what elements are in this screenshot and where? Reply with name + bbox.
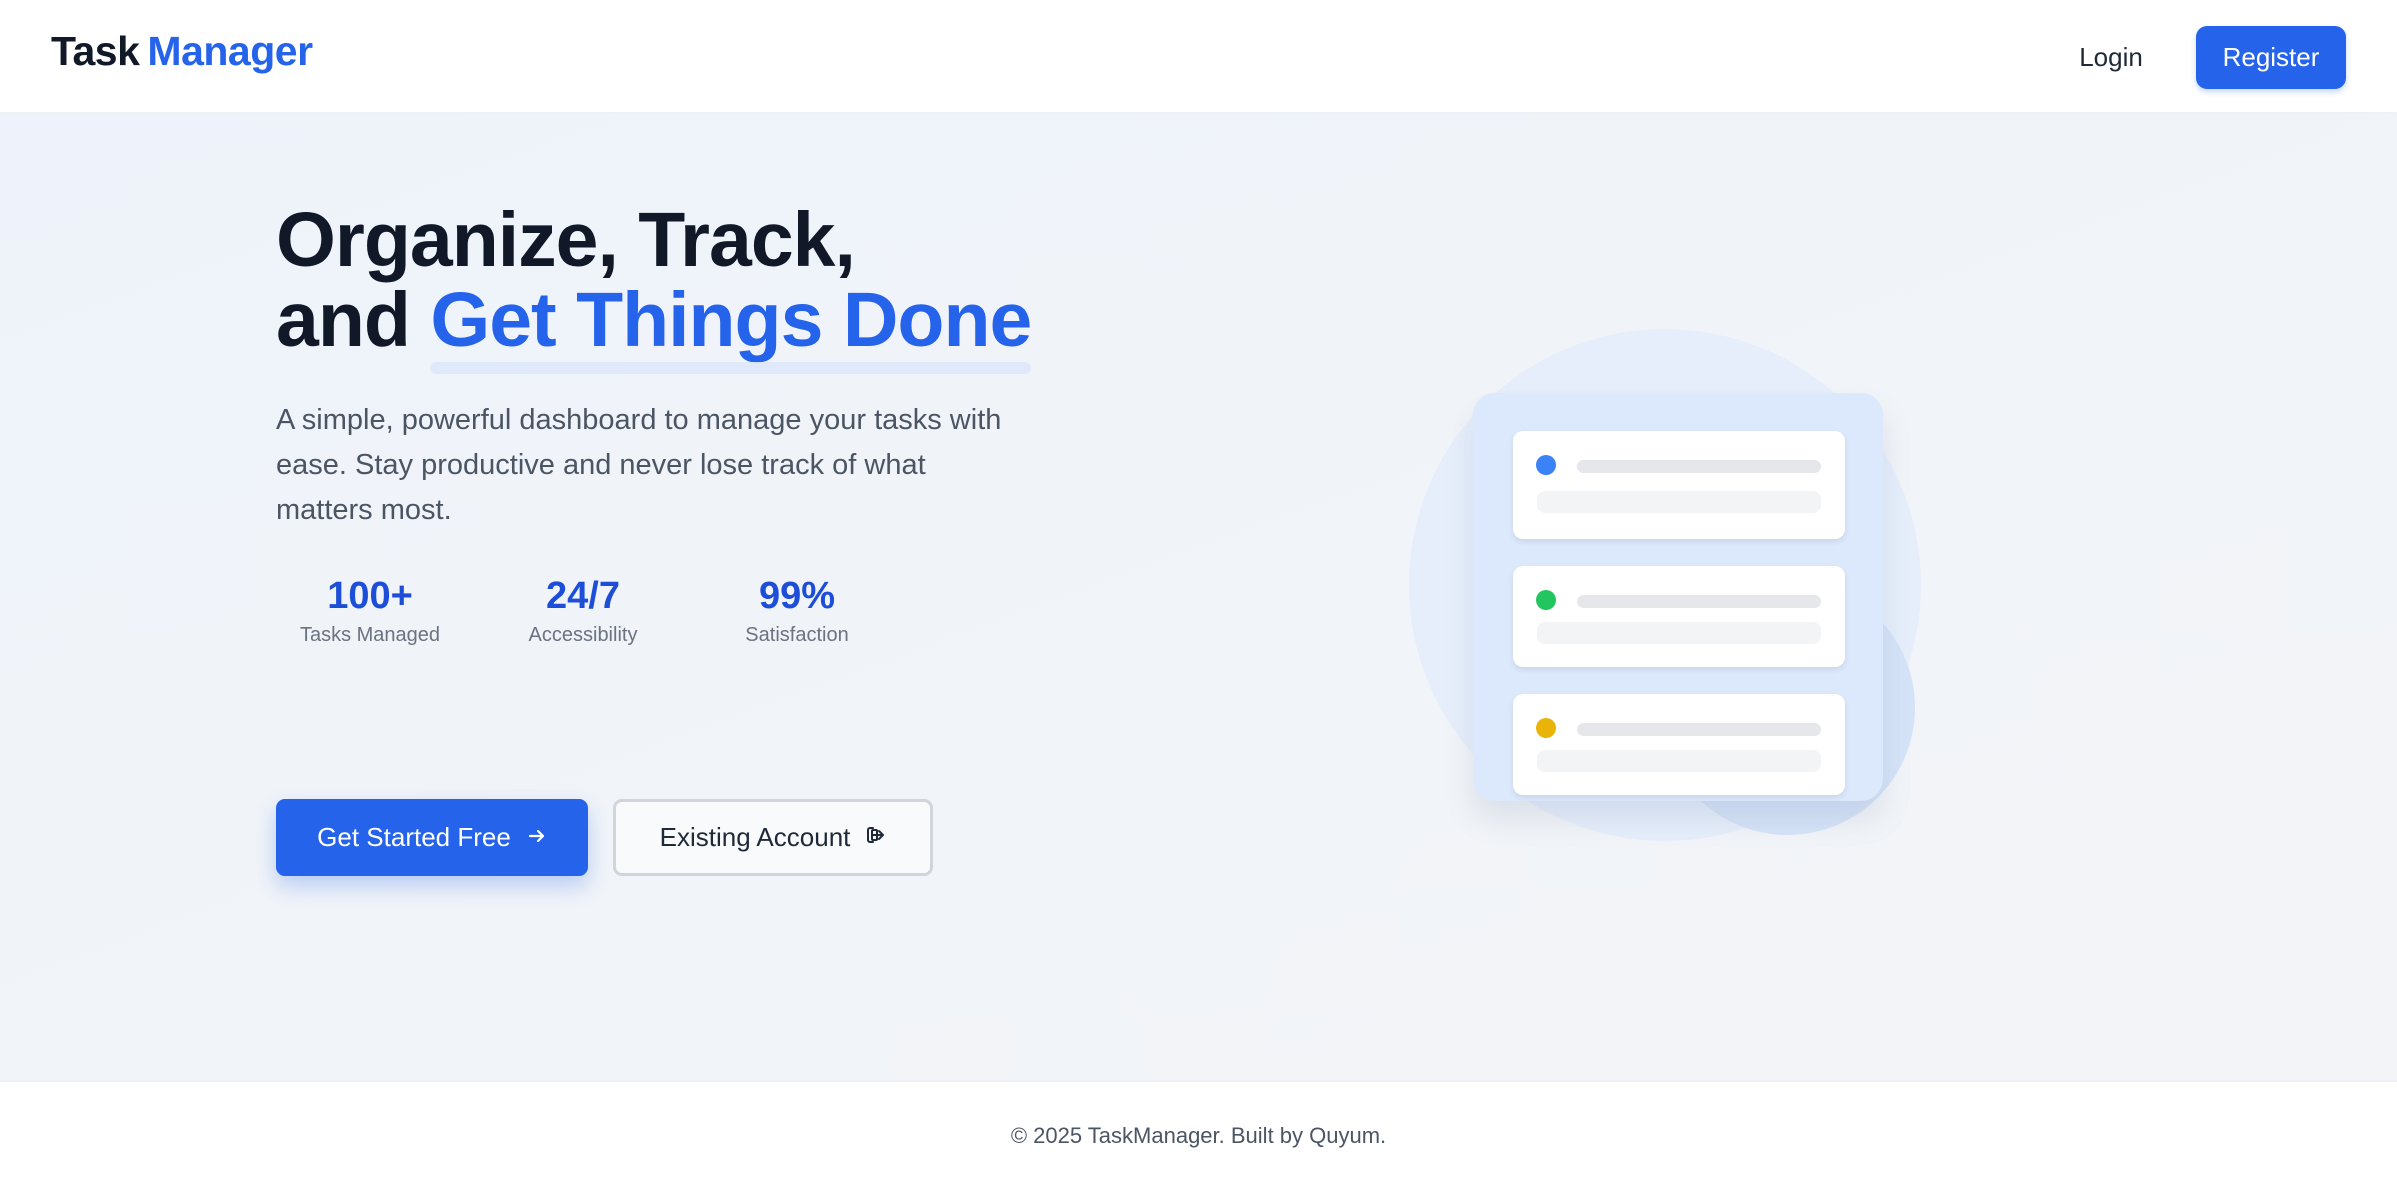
register-button[interactable]: Register (2196, 26, 2346, 89)
existing-account-label: Existing Account (659, 822, 851, 852)
brand-logo[interactable]: Task Manager (51, 28, 313, 75)
stat-label: Accessibility (528, 624, 638, 646)
headline-accent-text: Get Things Done (430, 277, 1032, 374)
footer: © 2025 TaskManager. Built by Quyum. (0, 1080, 2397, 1190)
arrow-right-icon (527, 822, 547, 853)
stat-label: Tasks Managed (299, 624, 441, 646)
login-icon (864, 822, 886, 853)
hero-headline: Organize, Track, and Get Things Done (276, 197, 1032, 374)
stat-accessibility: 24/7 Accessibility (483, 574, 683, 647)
footer-copyright: © 2025 TaskManager. Built by Quyum. (1010, 1123, 1387, 1148)
stat-value: 99% (758, 575, 836, 617)
headline-line2-prefix: and (276, 277, 411, 363)
hero-subtitle: A simple, powerful dashboard to manage y… (276, 404, 1002, 526)
stat-label: Satisfaction (745, 624, 849, 646)
stat-tasks-managed: 100+ Tasks Managed (270, 574, 470, 647)
navbar: Task Manager Login Register (0, 0, 2397, 114)
get-started-button[interactable]: Get Started Free (276, 799, 588, 876)
brand-name-part1: Task (51, 28, 140, 74)
brand-name-part2: Manager (147, 28, 313, 74)
headline-line1: Organize, Track, (276, 197, 856, 283)
stat-value: 100+ (327, 575, 413, 617)
stat-value: 24/7 (546, 575, 620, 617)
get-started-label: Get Started Free (317, 822, 511, 852)
stat-satisfaction: 99% Satisfaction (697, 574, 897, 647)
login-link[interactable]: Login (2040, 30, 2182, 84)
existing-account-button[interactable]: Existing Account (613, 799, 933, 876)
